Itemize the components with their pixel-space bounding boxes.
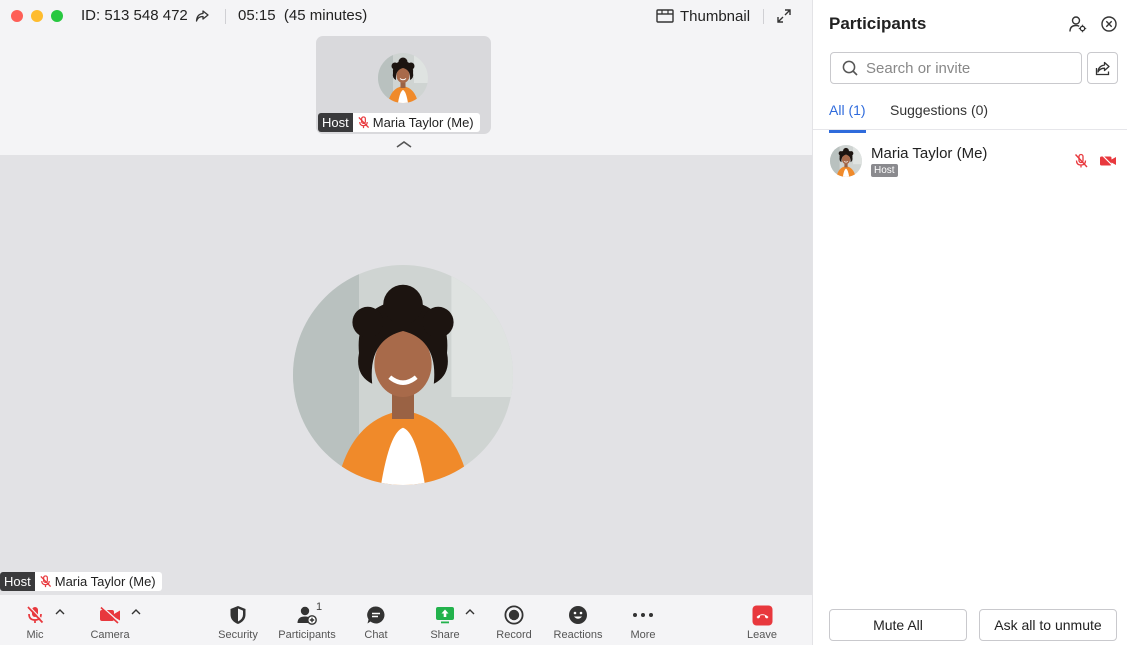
mic-muted-icon	[27, 606, 44, 624]
share-label: Share	[430, 629, 460, 641]
smiley-icon	[569, 606, 587, 624]
participant-name-tag: Host Maria Taylor (Me)	[318, 113, 480, 132]
camera-label: Camera	[90, 629, 130, 641]
security-label: Security	[218, 629, 258, 641]
fullscreen-icon[interactable]	[776, 8, 792, 24]
participant-search-field[interactable]	[830, 52, 1082, 84]
participants-count-badge: 1	[316, 601, 323, 613]
participant-name: Maria Taylor (Me)	[871, 145, 988, 162]
mic-muted-icon	[40, 575, 51, 588]
close-panel-icon[interactable]	[1101, 16, 1117, 32]
meeting-window: ID: 513 548 472 05:15 (45 minutes) Thumb…	[0, 0, 812, 645]
camera-options-chevron-up-icon[interactable]	[131, 608, 141, 616]
participant-name-tag: Host Maria Taylor (Me)	[0, 572, 162, 591]
participant-name: Maria Taylor (Me)	[372, 115, 474, 130]
chat-icon	[367, 606, 385, 624]
participants-icon	[297, 606, 317, 625]
camera-off-icon	[100, 606, 120, 624]
mic-muted-icon	[358, 116, 369, 129]
mic-button[interactable]: Mic	[20, 595, 50, 645]
search-icon	[842, 60, 858, 76]
host-badge: Host	[871, 164, 898, 177]
share-icon	[1095, 61, 1110, 76]
shield-icon	[230, 606, 246, 624]
chat-button[interactable]: Chat	[362, 595, 390, 645]
mic-options-chevron-up-icon[interactable]	[55, 608, 65, 616]
view-mode-label: Thumbnail	[680, 7, 751, 25]
meeting-timer: 05:15 (45 minutes)	[238, 7, 368, 24]
more-button[interactable]: More	[626, 595, 660, 645]
divider	[225, 9, 226, 24]
share-icon[interactable]	[194, 8, 210, 24]
avatar	[293, 265, 513, 485]
participant-tabs: All (1) Suggestions (0)	[813, 96, 1127, 133]
ask-all-to-unmute-button[interactable]: Ask all to unmute	[979, 609, 1117, 641]
search-input[interactable]	[866, 59, 1066, 77]
mic-muted-icon[interactable]	[1073, 153, 1089, 169]
hang-up-icon	[752, 605, 772, 625]
meeting-id: ID: 513 548 472	[81, 7, 188, 24]
record-label: Record	[496, 629, 532, 641]
meeting-topbar: ID: 513 548 472 05:15 (45 minutes) Thumb…	[0, 0, 812, 34]
tab-all[interactable]: All (1)	[829, 102, 866, 133]
participants-button[interactable]: Participants	[278, 595, 336, 645]
reactions-label: Reactions	[553, 629, 603, 641]
video-stage: Host Maria Taylor (Me)	[0, 155, 812, 595]
avatar	[830, 145, 862, 177]
minimize-window-button[interactable]	[31, 10, 43, 22]
share-screen-icon	[436, 607, 454, 624]
more-label: More	[630, 629, 656, 641]
more-dots-icon	[633, 613, 653, 617]
participant-settings-icon[interactable]	[1069, 15, 1087, 33]
collapse-chevron-up-icon[interactable]	[395, 139, 413, 149]
host-badge: Host	[318, 113, 353, 132]
leave-button[interactable]: Leave	[744, 595, 780, 645]
share-screen-button[interactable]: Share	[429, 595, 461, 645]
security-button[interactable]: Security	[216, 595, 260, 645]
chat-label: Chat	[364, 629, 388, 641]
camera-button[interactable]: Camera	[88, 595, 132, 645]
invite-share-button[interactable]	[1087, 52, 1118, 84]
view-mode-button[interactable]: Thumbnail	[656, 6, 750, 26]
meeting-toolbar: Mic Camera Security Participants 1 Chat …	[0, 595, 812, 645]
record-icon	[504, 605, 524, 625]
divider	[763, 9, 764, 24]
participant-name: Maria Taylor (Me)	[54, 574, 156, 589]
share-options-chevron-up-icon[interactable]	[465, 608, 475, 616]
host-badge: Host	[0, 572, 35, 591]
participants-panel: Participants All (1) Suggestions (0) Mar…	[812, 0, 1127, 645]
panel-title: Participants	[829, 14, 927, 33]
close-window-button[interactable]	[11, 10, 23, 22]
participant-row[interactable]: Maria Taylor (Me) Host	[813, 138, 1127, 184]
tab-suggestions[interactable]: Suggestions (0)	[890, 102, 988, 130]
reactions-button[interactable]: Reactions	[553, 595, 603, 645]
camera-off-icon[interactable]	[1099, 153, 1117, 169]
mic-label: Mic	[26, 629, 44, 641]
self-thumbnail-tile[interactable]: Host Maria Taylor (Me)	[316, 36, 491, 134]
leave-label: Leave	[747, 629, 777, 641]
mute-all-button[interactable]: Mute All	[829, 609, 967, 641]
maximize-window-button[interactable]	[51, 10, 63, 22]
record-button[interactable]: Record	[495, 595, 533, 645]
thumbnail-view-icon	[656, 9, 674, 23]
participants-label: Participants	[278, 629, 336, 641]
avatar	[378, 53, 428, 103]
